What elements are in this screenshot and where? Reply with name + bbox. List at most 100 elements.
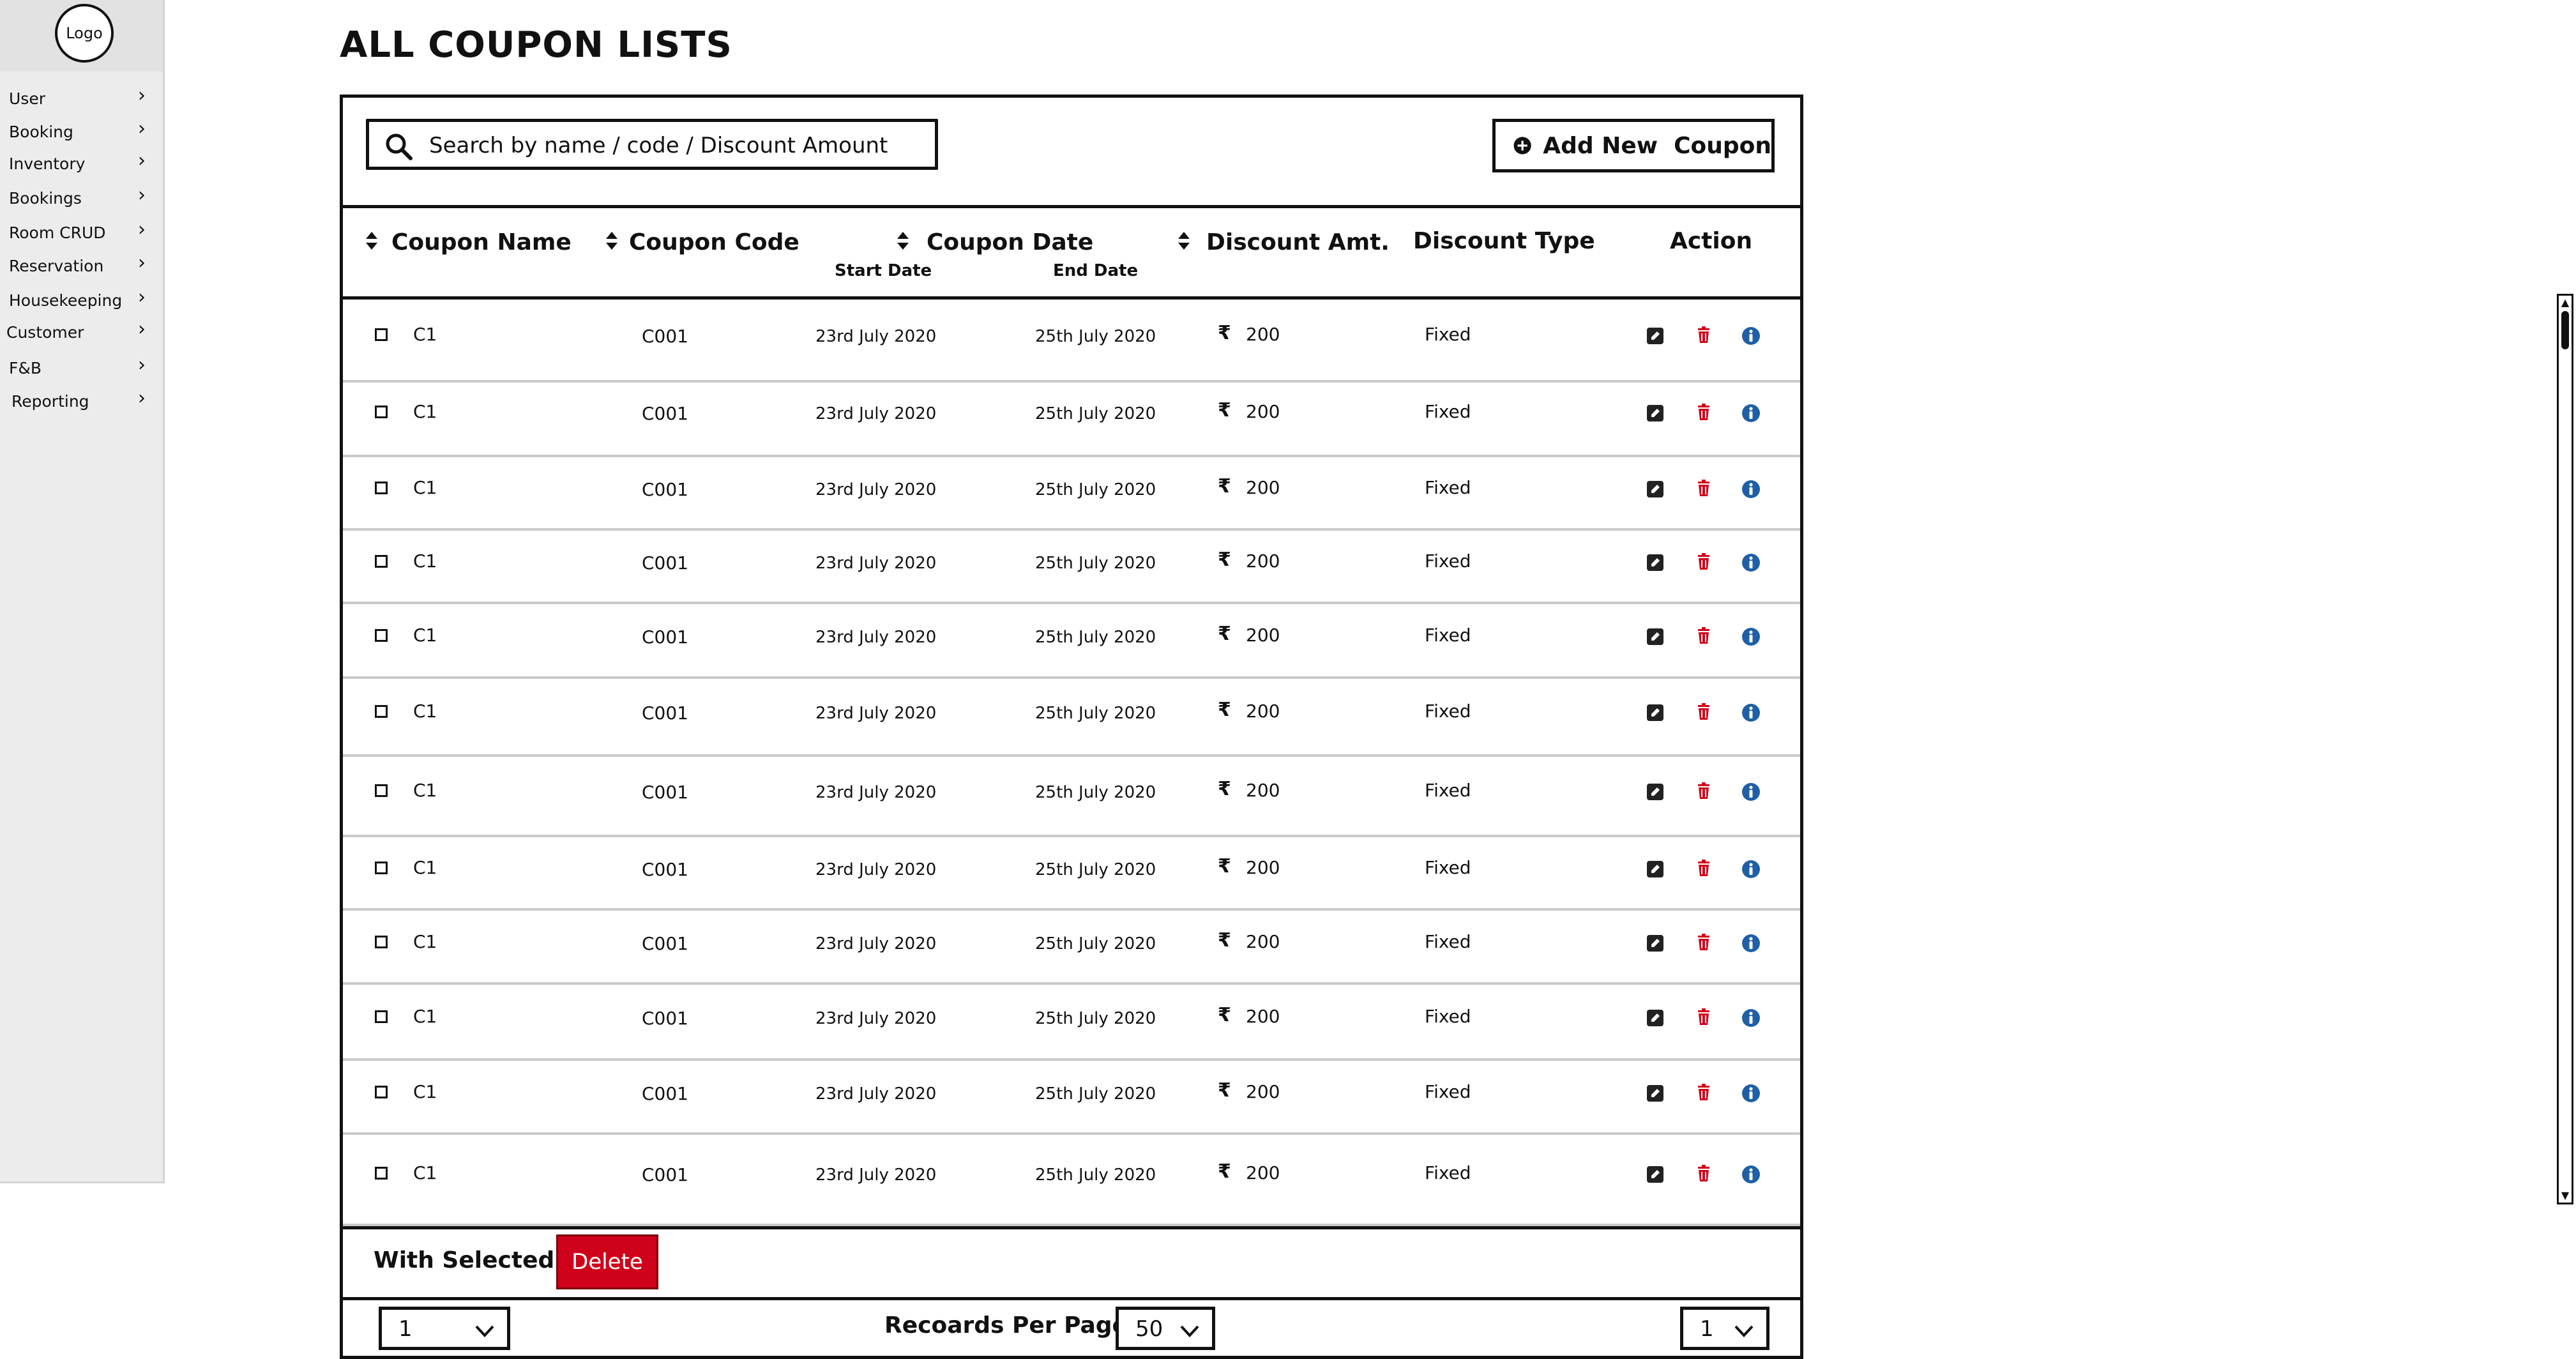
- coupon-name: C1: [413, 324, 437, 345]
- info-icon[interactable]: [1741, 782, 1761, 801]
- trash-icon[interactable]: [1694, 402, 1713, 421]
- info-icon[interactable]: [1741, 1165, 1761, 1184]
- add-new-coupon-button[interactable]: Add New Coupon: [1492, 119, 1775, 172]
- sidebar-item-inventory[interactable]: Inventory ›: [9, 149, 146, 176]
- rupee-icon: ₹: [1218, 1079, 1231, 1102]
- trash-icon[interactable]: [1694, 325, 1713, 344]
- rupee-icon: ₹: [1218, 623, 1231, 645]
- sidebar-item-reporting[interactable]: Reporting ›: [11, 387, 146, 414]
- rupee-icon: ₹: [1218, 322, 1231, 344]
- trash-icon[interactable]: [1694, 1007, 1713, 1026]
- column-header-coupon-code[interactable]: Coupon Code: [629, 229, 799, 255]
- trash-icon[interactable]: [1694, 626, 1713, 645]
- row-checkbox[interactable]: [375, 328, 388, 341]
- row-checkbox[interactable]: [375, 629, 388, 642]
- info-icon[interactable]: [1741, 934, 1761, 953]
- table-row: C1 C001 23rd July 2020 25th July 2020 ₹200 Fi…: [343, 457, 1800, 531]
- scroll-down-arrow-icon[interactable]: ▼: [2559, 1188, 2572, 1203]
- row-checkbox[interactable]: [375, 784, 388, 797]
- scroll-thumb[interactable]: [2561, 311, 2569, 349]
- edit-icon[interactable]: [1646, 553, 1665, 572]
- edit-icon[interactable]: [1646, 1084, 1665, 1103]
- row-checkbox[interactable]: [375, 406, 388, 418]
- trash-icon[interactable]: [1694, 552, 1713, 571]
- column-subheader-end-date: End Date: [1053, 261, 1139, 280]
- sort-icon[interactable]: [365, 231, 379, 251]
- coupon-name: C1: [413, 857, 437, 878]
- info-icon[interactable]: [1741, 404, 1761, 423]
- records-per-page-select[interactable]: 50: [1116, 1307, 1215, 1350]
- page-select-right[interactable]: 1: [1680, 1307, 1769, 1350]
- sort-icon[interactable]: [896, 231, 910, 251]
- sidebar-item-label: Bookings: [9, 189, 82, 208]
- info-icon[interactable]: [1741, 1008, 1761, 1028]
- trash-icon[interactable]: [1694, 1082, 1713, 1102]
- info-icon[interactable]: [1741, 1084, 1761, 1103]
- sidebar-item-customer[interactable]: Customer ›: [6, 318, 146, 345]
- trash-icon[interactable]: [1694, 1164, 1713, 1183]
- row-checkbox[interactable]: [375, 482, 388, 494]
- edit-icon[interactable]: [1646, 326, 1665, 345]
- sidebar-item-label: Housekeeping: [9, 291, 123, 310]
- row-checkbox[interactable]: [375, 1086, 388, 1098]
- sidebar-item-label: Customer: [6, 323, 84, 342]
- page-select-left[interactable]: 1: [379, 1307, 510, 1350]
- sidebar-item-bookings[interactable]: Bookings ›: [9, 184, 146, 211]
- row-checkbox[interactable]: [375, 555, 388, 568]
- sort-icon[interactable]: [1177, 231, 1191, 251]
- info-icon[interactable]: [1741, 553, 1761, 572]
- sidebar-item-label: Reservation: [9, 257, 104, 275]
- edit-icon[interactable]: [1646, 627, 1665, 646]
- trash-icon[interactable]: [1694, 478, 1713, 497]
- sidebar-item-label: Inventory: [9, 155, 86, 173]
- info-icon[interactable]: [1741, 326, 1761, 345]
- edit-icon[interactable]: [1646, 1165, 1665, 1184]
- rupee-icon: ₹: [1218, 855, 1231, 877]
- edit-icon[interactable]: [1646, 703, 1665, 722]
- divider: [343, 1297, 1800, 1300]
- sidebar-item-housekeeping[interactable]: Housekeeping ›: [9, 286, 146, 313]
- row-checkbox[interactable]: [375, 862, 388, 874]
- search-box[interactable]: [366, 119, 938, 170]
- edit-icon[interactable]: [1646, 1008, 1665, 1028]
- edit-icon[interactable]: [1646, 782, 1665, 801]
- edit-icon[interactable]: [1646, 404, 1665, 423]
- edit-icon[interactable]: [1646, 934, 1665, 953]
- rupee-icon: ₹: [1218, 399, 1231, 421]
- sidebar-item-fnb[interactable]: F&B ›: [9, 354, 146, 381]
- end-date: 25th July 2020: [1035, 554, 1156, 573]
- sidebar-item-user[interactable]: User ›: [9, 84, 146, 111]
- scroll-up-arrow-icon[interactable]: ▲: [2559, 296, 2572, 310]
- info-icon[interactable]: [1741, 860, 1761, 879]
- sort-icon[interactable]: [605, 231, 619, 251]
- sidebar-item-booking[interactable]: Booking ›: [9, 118, 146, 144]
- sidebar-item-room-crud[interactable]: Room CRUD ›: [9, 218, 146, 245]
- trash-icon[interactable]: [1694, 858, 1713, 877]
- row-checkbox[interactable]: [375, 1010, 388, 1023]
- edit-icon[interactable]: [1646, 860, 1665, 879]
- row-checkbox[interactable]: [375, 705, 388, 718]
- vertical-scrollbar[interactable]: ▲ ▼: [2557, 294, 2573, 1204]
- info-icon[interactable]: [1741, 627, 1761, 646]
- page-title: ALL COUPON LISTS: [340, 24, 732, 66]
- column-header-coupon-date[interactable]: Coupon Date: [927, 229, 1093, 255]
- row-checkbox[interactable]: [375, 936, 388, 948]
- edit-icon[interactable]: [1646, 480, 1665, 499]
- search-input[interactable]: [428, 128, 928, 163]
- rupee-icon: ₹: [1218, 549, 1231, 571]
- info-icon[interactable]: [1741, 703, 1761, 722]
- search-icon: [386, 133, 413, 160]
- sidebar-item-reservation[interactable]: Reservation ›: [9, 252, 146, 278]
- trash-icon[interactable]: [1694, 932, 1713, 952]
- column-header-discount-amount[interactable]: Discount Amt.: [1206, 229, 1390, 255]
- logo[interactable]: Logo: [55, 4, 114, 63]
- coupon-code: C001: [642, 859, 688, 880]
- column-header-coupon-name[interactable]: Coupon Name: [391, 229, 572, 255]
- trash-icon[interactable]: [1694, 781, 1713, 800]
- start-date: 23rd July 2020: [815, 783, 937, 802]
- info-icon[interactable]: [1741, 480, 1761, 499]
- discount-amount: 200: [1246, 1006, 1280, 1027]
- delete-selected-button[interactable]: Delete: [556, 1234, 658, 1289]
- trash-icon[interactable]: [1694, 702, 1713, 721]
- row-checkbox[interactable]: [375, 1167, 388, 1180]
